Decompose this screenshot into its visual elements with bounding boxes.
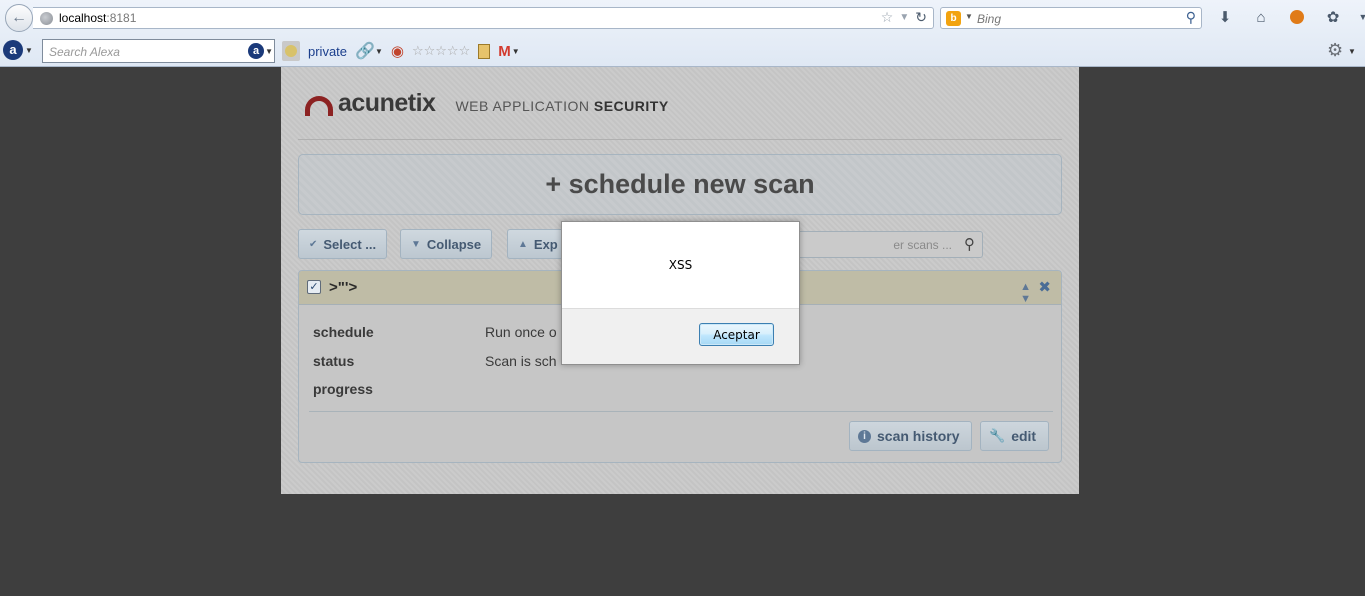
url-port: :8181 <box>106 11 137 25</box>
addon-badge-icon[interactable] <box>1286 7 1308 27</box>
card-divider <box>309 411 1053 412</box>
url-host: localhost <box>59 11 107 25</box>
progress-row: progress <box>313 381 485 397</box>
tagline-bold: SECURITY <box>593 98 669 114</box>
gear-arrow-icon[interactable]: ▼ <box>1348 47 1356 56</box>
alexa-logo-icon[interactable]: a <box>3 40 23 60</box>
address-bar[interactable]: localhost:8181 ☆ ▼ ↻ <box>33 7 934 29</box>
check-icon: ✔ <box>309 238 318 250</box>
filter-search-icon[interactable]: ⚲ <box>964 235 975 253</box>
globe-icon <box>40 12 53 25</box>
alert-body: XSS <box>562 222 799 309</box>
wrench-icon: 🔧 <box>989 428 1006 443</box>
filter-scans-input[interactable]: er scans ... ⚲ <box>788 231 983 258</box>
status-key: status <box>313 353 355 369</box>
search-engine-placeholder: Bing <box>977 12 1002 26</box>
status-value: Scan is sch <box>485 353 557 369</box>
header-divider <box>298 139 1062 140</box>
home-icon[interactable]: ⌂ <box>1250 7 1272 27</box>
schedule-row: schedule Run once o <box>313 324 557 340</box>
alexa-menu-arrow-icon[interactable]: ▼ <box>25 46 33 55</box>
logo-text: acunetix <box>338 89 436 117</box>
logo-tagline: WEB APPLICATION SECURITY <box>455 98 668 114</box>
tagline-light: WEB APPLICATION <box>455 98 594 114</box>
acunetix-logo-icon <box>305 95 333 116</box>
gmail-icon[interactable]: M <box>498 43 511 60</box>
bookmark-star-icon[interactable]: ☆ <box>881 9 894 26</box>
schedule-key: schedule <box>313 324 374 340</box>
alexa-toolbar: a ▼ Search Alexa a ▼ private 🔗 ▼ ◉ ☆☆☆☆☆… <box>0 36 1365 66</box>
collapse-button[interactable]: ▼ Collapse <box>400 229 493 259</box>
navigation-toolbar: ← localhost:8181 ☆ ▼ ↻ b ▼ Bing ⚲ ⬇ ⌂ ✿ … <box>0 0 1365 36</box>
target-icon[interactable]: ◉ <box>391 42 404 60</box>
filter-placeholder: er scans ... <box>893 238 952 252</box>
alexa-search-input[interactable]: Search Alexa a ▼ <box>42 39 275 63</box>
accept-button[interactable]: Aceptar <box>699 323 774 346</box>
acunetix-logo: acunetix WEB APPLICATION SECURITY <box>305 89 669 118</box>
alexa-search-button-icon[interactable]: a <box>248 43 264 59</box>
alexa-search-placeholder: Search Alexa <box>49 45 120 59</box>
gear-icon[interactable]: ⚙ <box>1327 40 1343 61</box>
info-icon: i <box>858 429 871 443</box>
alexa-search-arrow-icon[interactable]: ▼ <box>265 47 273 56</box>
edit-button[interactable]: 🔧 edit <box>980 421 1050 451</box>
url-text: localhost:8181 <box>59 11 136 25</box>
browser-chrome: ← localhost:8181 ☆ ▼ ↻ b ▼ Bing ⚲ ⬇ ⌂ ✿ … <box>0 0 1365 67</box>
scan-history-button[interactable]: i scan history <box>849 421 973 451</box>
gmail-arrow-icon[interactable]: ▼ <box>512 47 520 56</box>
search-icon[interactable]: ⚲ <box>1186 9 1196 26</box>
expand-label: Exp <box>533 236 558 252</box>
schedule-value: Run once o <box>485 324 557 340</box>
rating-stars-icon[interactable]: ☆☆☆☆☆ <box>412 43 470 59</box>
private-browsing-icon[interactable] <box>282 41 300 61</box>
download-icon[interactable]: ⬇ <box>1214 7 1236 27</box>
select-button[interactable]: ✔ Select ... <box>298 229 388 259</box>
status-row: status Scan is sch <box>313 353 557 369</box>
search-bar[interactable]: b ▼ Bing ⚲ <box>940 7 1202 29</box>
expand-button[interactable]: ▲ Exp <box>507 229 567 259</box>
scan-title: >"'> <box>329 279 358 296</box>
collapse-label: Collapse <box>426 236 482 252</box>
link-arrow-icon[interactable]: ▼ <box>375 47 383 56</box>
menu-dropdown-icon[interactable]: ▼ <box>1358 7 1365 27</box>
back-arrow-icon: ← <box>11 9 27 26</box>
caret-down-icon: ▼ <box>411 238 421 250</box>
reload-icon[interactable]: ↻ <box>915 9 927 26</box>
bing-icon[interactable]: b <box>946 11 961 26</box>
bug-icon[interactable]: ✿ <box>1322 7 1344 27</box>
edit-label: edit <box>1011 428 1037 444</box>
progress-key: progress <box>313 381 373 397</box>
close-icon[interactable]: ✖ <box>1038 278 1051 296</box>
schedule-new-scan-button[interactable]: + schedule new scan <box>298 154 1062 215</box>
scan-select-checkbox[interactable]: ✓ <box>307 280 321 294</box>
private-label[interactable]: private <box>308 44 347 59</box>
select-label: Select ... <box>323 236 377 252</box>
link-icon[interactable]: 🔗 <box>355 41 375 61</box>
reorder-icon[interactable]: ▲ ▼ <box>1020 281 1031 305</box>
alert-dialog: XSS Aceptar <box>561 221 800 365</box>
back-button[interactable]: ← <box>5 4 33 32</box>
book-icon[interactable] <box>478 43 491 59</box>
alert-message: XSS <box>668 258 693 272</box>
scan-history-label: scan history <box>877 428 960 444</box>
engine-dropdown-icon[interactable]: ▼ <box>965 12 973 21</box>
history-dropdown-icon[interactable]: ▼ <box>899 12 909 26</box>
caret-up-icon: ▲ <box>518 238 528 250</box>
